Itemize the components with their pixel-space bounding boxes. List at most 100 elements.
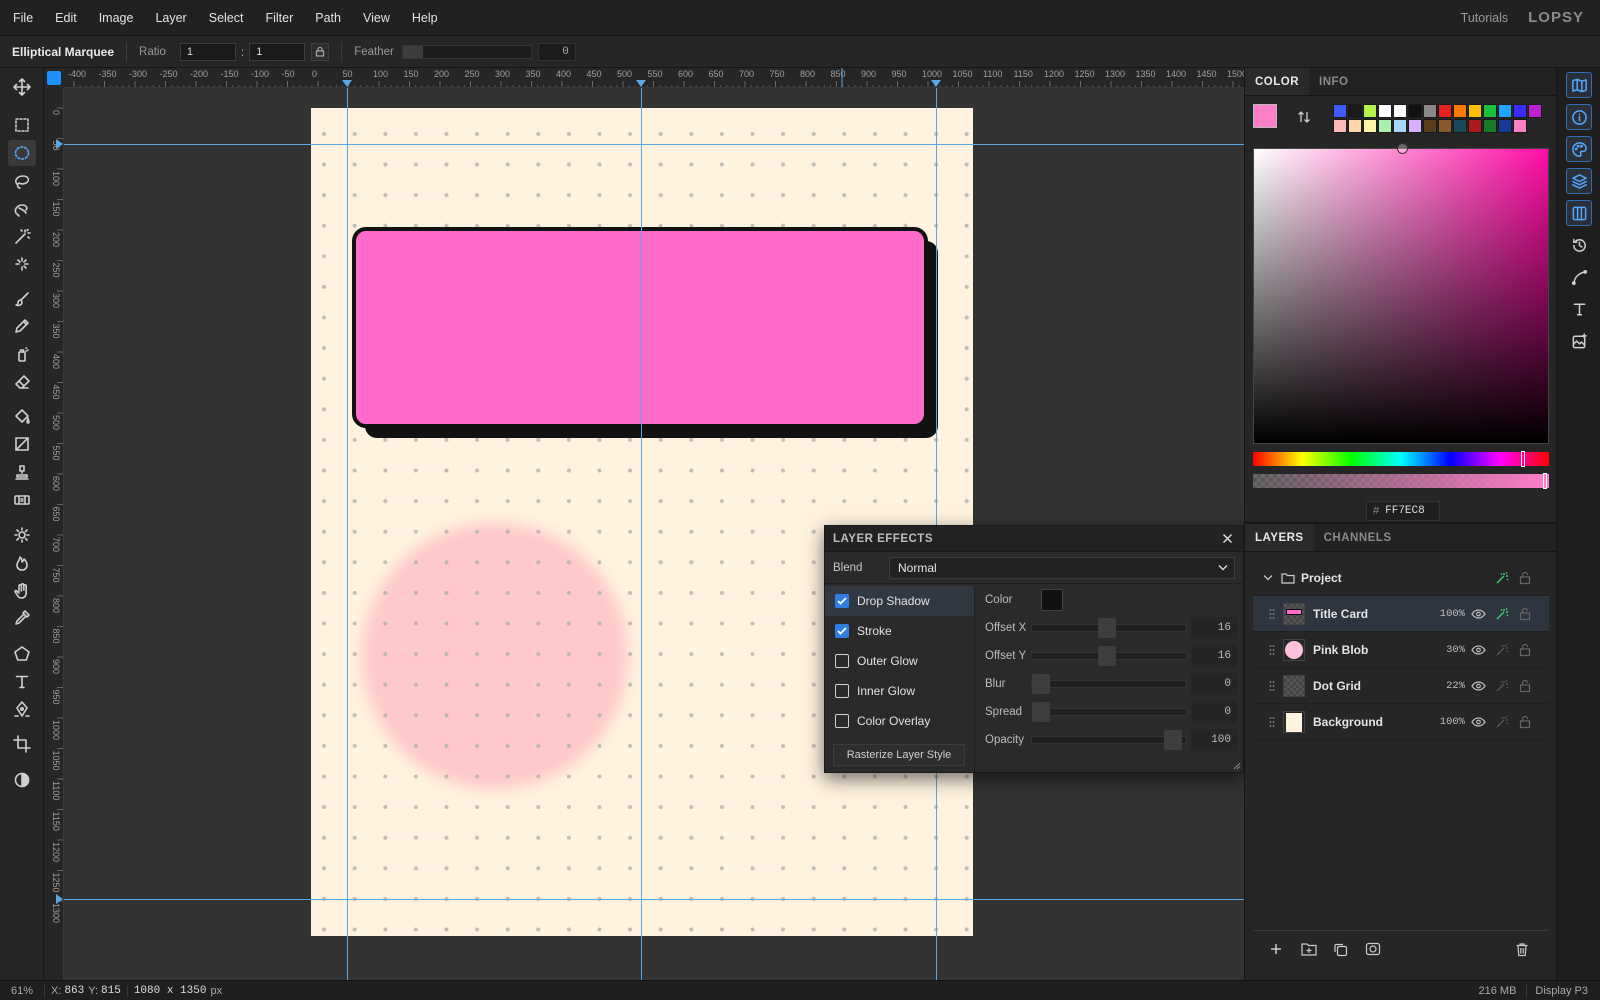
tab-layers[interactable]: LAYERS	[1245, 524, 1314, 551]
add-layer-button[interactable]	[1269, 942, 1283, 956]
color-swatch[interactable]	[1348, 104, 1362, 118]
eyedropper-tool[interactable]	[8, 605, 36, 631]
drag-handle-icon[interactable]	[1269, 680, 1275, 692]
guide-marker[interactable]	[636, 80, 646, 87]
alpha-slider[interactable]	[1253, 473, 1549, 489]
drag-handle-icon[interactable]	[1269, 644, 1275, 656]
zoom-level[interactable]: 61%	[0, 985, 44, 997]
unlock-icon[interactable]	[1519, 571, 1531, 585]
offset-x-slider[interactable]	[1031, 618, 1187, 638]
color-swatch[interactable]	[1483, 119, 1497, 133]
patch-tool[interactable]	[8, 487, 36, 513]
color-swatch[interactable]	[1423, 104, 1437, 118]
channels-panel-button[interactable]	[1566, 200, 1592, 226]
checkbox[interactable]	[835, 654, 849, 668]
layer-opacity[interactable]: 22%	[1446, 680, 1465, 692]
picker-cursor[interactable]	[1397, 143, 1408, 154]
hex-input[interactable]: # FF7EC8	[1366, 501, 1440, 521]
drag-handle-icon[interactable]	[1269, 716, 1275, 728]
rect-select-tool[interactable]	[8, 112, 36, 138]
spray-tool[interactable]	[8, 341, 36, 367]
effect-outer-glow[interactable]: Outer Glow	[825, 646, 974, 676]
opacity-value[interactable]: 100	[1191, 729, 1237, 751]
hue-slider[interactable]	[1253, 451, 1549, 467]
bucket-tool[interactable]	[8, 403, 36, 429]
color-profile[interactable]: Display P3	[1535, 985, 1588, 997]
opacity-slider[interactable]	[1031, 730, 1187, 750]
effects-icon[interactable]	[1495, 679, 1509, 693]
tab-color[interactable]: COLOR	[1245, 68, 1310, 95]
layer-row-background[interactable]: Background 100%	[1253, 704, 1549, 740]
layer-opacity[interactable]: 100%	[1440, 716, 1465, 728]
offset-y-slider[interactable]	[1031, 646, 1187, 666]
menu-image[interactable]: Image	[88, 0, 145, 36]
spread-slider[interactable]	[1031, 702, 1187, 722]
menu-file[interactable]: File	[2, 0, 44, 36]
blur-value[interactable]: 0	[1191, 673, 1237, 695]
effects-icon[interactable]	[1495, 643, 1509, 657]
swap-colors-button[interactable]	[1297, 110, 1311, 124]
mask-layer-button[interactable]	[1365, 942, 1381, 956]
layers-panel-button[interactable]	[1566, 168, 1592, 194]
checkbox[interactable]	[835, 624, 849, 638]
unlock-icon[interactable]	[1519, 679, 1531, 693]
color-swatch[interactable]	[1498, 119, 1512, 133]
effect-inner-glow[interactable]: Inner Glow	[825, 676, 974, 706]
ruler-corner[interactable]	[44, 68, 64, 88]
visibility-eye-icon[interactable]	[1471, 644, 1486, 655]
layer-opacity[interactable]: 100%	[1440, 608, 1465, 620]
color-swatch[interactable]	[1468, 119, 1482, 133]
hue-slider-thumb[interactable]	[1521, 451, 1525, 467]
ratio-width-input[interactable]	[179, 42, 236, 61]
add-group-button[interactable]	[1301, 942, 1317, 956]
navigator-panel-button[interactable]	[1566, 72, 1592, 98]
color-swatch[interactable]	[1423, 119, 1437, 133]
effects-icon[interactable]	[1495, 571, 1509, 585]
smudge-tool[interactable]	[8, 578, 36, 604]
color-swatch[interactable]	[1348, 119, 1362, 133]
effects-icon[interactable]	[1495, 607, 1509, 621]
offset-x-value[interactable]: 16	[1191, 617, 1237, 639]
drag-handle-icon[interactable]	[1269, 608, 1275, 620]
brush-tool[interactable]	[8, 286, 36, 312]
pen-tool[interactable]	[8, 696, 36, 722]
rasterize-layer-style-button[interactable]: Rasterize Layer Style	[833, 744, 965, 766]
magic-wand-tool[interactable]	[8, 224, 36, 250]
tab-channels[interactable]: CHANNELS	[1314, 524, 1402, 551]
spread-slider-thumb[interactable]	[1032, 702, 1050, 722]
paths-panel-button[interactable]	[1566, 264, 1592, 290]
layer-row-dot-grid[interactable]: Dot Grid 22%	[1253, 668, 1549, 704]
layer-opacity[interactable]: 30%	[1446, 644, 1465, 656]
pencil-tool[interactable]	[8, 313, 36, 339]
menu-filter[interactable]: Filter	[254, 0, 304, 36]
tab-info[interactable]: INFO	[1309, 68, 1358, 95]
crop-tool[interactable]	[8, 731, 36, 757]
effect-drop-shadow[interactable]: Drop Shadow	[825, 586, 974, 616]
dodge-tool[interactable]	[8, 522, 36, 548]
color-swatch[interactable]	[1453, 119, 1467, 133]
poly-lasso-tool[interactable]	[8, 196, 36, 222]
color-swatch[interactable]	[1393, 119, 1407, 133]
eraser-tool[interactable]	[8, 369, 36, 395]
color-swatch[interactable]	[1378, 104, 1392, 118]
character-panel-button[interactable]	[1566, 296, 1592, 322]
visibility-eye-icon[interactable]	[1471, 608, 1486, 619]
shadow-color-swatch[interactable]	[1041, 589, 1063, 611]
info-panel-button[interactable]	[1566, 104, 1592, 130]
saturation-brightness-picker[interactable]	[1253, 143, 1549, 444]
menu-path[interactable]: Path	[304, 0, 352, 36]
history-panel-button[interactable]	[1566, 232, 1592, 258]
checkbox[interactable]	[835, 684, 849, 698]
offset-y-value[interactable]: 16	[1191, 645, 1237, 667]
color-swatch[interactable]	[1393, 104, 1407, 118]
ratio-lock-button[interactable]	[311, 42, 330, 61]
menu-layer[interactable]: Layer	[144, 0, 197, 36]
guide-marker[interactable]	[931, 80, 941, 87]
menu-select[interactable]: Select	[198, 0, 255, 36]
color-swatch[interactable]	[1513, 119, 1527, 133]
burn-tool[interactable]	[8, 550, 36, 576]
vertical-ruler[interactable]: 0501001502002503003504004505005506006507…	[44, 88, 64, 980]
unlock-icon[interactable]	[1519, 607, 1531, 621]
opacity-slider-thumb[interactable]	[1164, 730, 1182, 750]
lasso-tool[interactable]	[8, 168, 36, 194]
